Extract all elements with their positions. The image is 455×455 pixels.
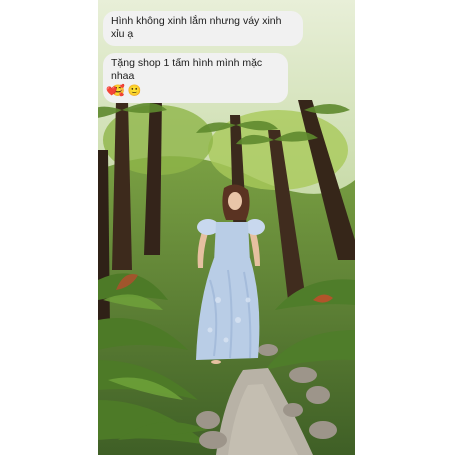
- heart-reaction-icon[interactable]: ❤️: [106, 86, 117, 96]
- chat-screenshot: Hình không xinh lắm nhưng váy xinh xỉu ạ…: [98, 0, 355, 455]
- message-text: Hình không xinh lắm nhưng váy xinh xỉu ạ: [111, 15, 282, 40]
- message-emojis: 🥰 🙂: [111, 85, 142, 97]
- message-text: Tặng shop 1 tấm hình mình mặc nhaa: [111, 57, 263, 82]
- chat-message-bubble: Tặng shop 1 tấm hình mình mặc nhaa 🥰 🙂: [103, 53, 288, 103]
- chat-message-bubble: Hình không xinh lắm nhưng váy xinh xỉu ạ: [103, 11, 303, 46]
